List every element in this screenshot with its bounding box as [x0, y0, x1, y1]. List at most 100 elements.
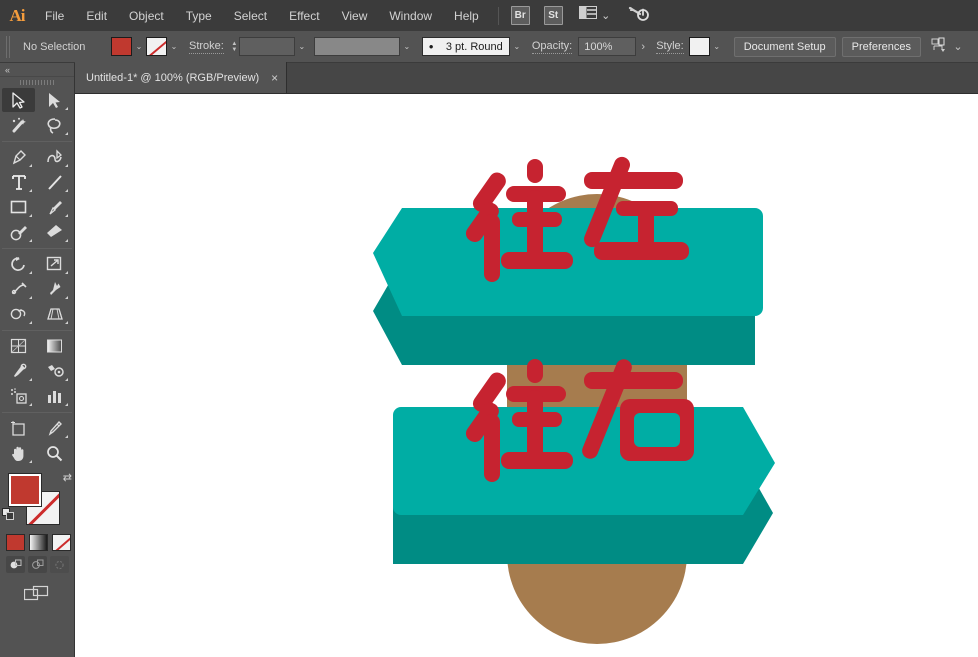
brush-definition-select[interactable]: • 3 pt. Round — [422, 37, 510, 56]
tools-divider — [2, 141, 72, 142]
draw-behind-button[interactable] — [28, 556, 47, 573]
tools-panel-collapse-button[interactable]: « — [0, 63, 74, 77]
document-tab[interactable]: Untitled-1* @ 100% (RGB/Preview) × — [75, 62, 287, 93]
hand-tool[interactable] — [2, 441, 35, 465]
default-fill-stroke-icon[interactable] — [2, 508, 15, 526]
perspective-grid-tool[interactable] — [38, 302, 71, 326]
lasso-tool[interactable] — [38, 113, 71, 137]
menu-bar: Ai File Edit Object Type Select Effect V… — [0, 0, 978, 31]
artboard-tool[interactable] — [2, 416, 35, 440]
gradient-tool[interactable] — [38, 334, 71, 358]
magic-wand-tool[interactable] — [2, 113, 35, 137]
rectangle-tool[interactable] — [2, 195, 35, 219]
align-transform-chevron[interactable]: ⌄ — [951, 37, 965, 56]
tools-panel-grip[interactable] — [0, 77, 74, 88]
align-objects-icon — [931, 37, 951, 57]
tool-group-corner-icon — [65, 189, 68, 192]
eyedropper-tool[interactable] — [2, 359, 35, 383]
brush-definition-label: 3 pt. Round — [428, 41, 503, 53]
gradient-fill-button[interactable] — [29, 534, 48, 551]
column-graph-tool[interactable] — [38, 384, 71, 408]
width-tool[interactable] — [2, 277, 35, 301]
draw-normal-button[interactable] — [6, 556, 25, 573]
menu-effect[interactable]: Effect — [278, 0, 330, 31]
rotate-tool[interactable] — [2, 252, 35, 276]
signpost-artwork[interactable] — [75, 94, 978, 657]
draw-inside-button[interactable] — [50, 556, 69, 573]
tool-group-corner-icon — [65, 271, 68, 274]
color-fill-button[interactable] — [6, 534, 25, 551]
sign-left[interactable] — [373, 154, 763, 365]
scale-tool[interactable] — [38, 252, 71, 276]
illustrator-window: Ai File Edit Object Type Select Effect V… — [0, 0, 978, 657]
symbol-sprayer-tool[interactable] — [2, 384, 35, 408]
opacity-input[interactable]: 100% — [578, 37, 636, 56]
menu-view[interactable]: View — [331, 0, 379, 31]
stroke-weight-chevron[interactable]: ⌄ — [295, 37, 309, 56]
mesh-tool[interactable] — [2, 334, 35, 358]
arrange-documents-chevron[interactable]: ⌄ — [598, 0, 614, 31]
blend-tool[interactable] — [38, 359, 71, 383]
selection-tool[interactable] — [2, 88, 35, 112]
variable-width-chevron[interactable]: ⌄ — [400, 37, 414, 56]
graphic-style-swatch[interactable] — [689, 37, 710, 56]
fill-color-swatch[interactable] — [111, 37, 132, 56]
stock-button[interactable]: St — [544, 0, 563, 31]
arrange-documents-button[interactable] — [579, 0, 598, 31]
curvature-tool[interactable] — [38, 145, 71, 169]
tool-group-corner-icon — [29, 460, 32, 463]
tool-group-corner-icon — [65, 403, 68, 406]
shape-builder-tool[interactable] — [2, 302, 35, 326]
menu-help[interactable]: Help — [443, 0, 490, 31]
fill-stroke-controls: ⇄ — [0, 470, 74, 530]
control-bar-grip[interactable] — [6, 36, 11, 58]
workspace-switcher-button[interactable] — [628, 0, 650, 31]
shaper-tool[interactable] — [2, 220, 35, 244]
control-bar: No Selection ⌄ ⌄ Stroke: ▲ ▼ ⌄ ⌄ • 3 pt.… — [0, 31, 978, 63]
type-tool[interactable] — [2, 170, 35, 194]
workspace-switcher-icon — [628, 5, 650, 27]
document-canvas[interactable] — [75, 94, 978, 657]
menu-window[interactable]: Window — [378, 0, 443, 31]
menu-edit[interactable]: Edit — [75, 0, 118, 31]
graphic-style-chevron[interactable]: ⌄ — [710, 37, 724, 56]
zoom-tool[interactable] — [38, 441, 71, 465]
close-icon[interactable]: × — [271, 71, 278, 85]
tool-group-corner-icon — [65, 378, 68, 381]
pen-tool[interactable] — [2, 145, 35, 169]
direct-selection-tool[interactable] — [38, 88, 71, 112]
tool-group-corner-icon — [29, 239, 32, 242]
stroke-color-chevron[interactable]: ⌄ — [167, 37, 181, 56]
swap-fill-stroke-icon[interactable]: ⇄ — [63, 471, 72, 484]
fill-color-selector[interactable] — [9, 474, 41, 506]
tool-group-corner-icon — [29, 378, 32, 381]
stroke-color-swatch[interactable] — [146, 37, 167, 56]
brush-definition-chevron[interactable]: ⌄ — [510, 37, 524, 56]
style-label: Style: — [656, 39, 684, 54]
line-segment-tool[interactable] — [38, 170, 71, 194]
slice-tool[interactable] — [38, 416, 71, 440]
stroke-weight-input[interactable] — [239, 37, 295, 56]
align-transform-button[interactable] — [931, 37, 951, 57]
brush-dot-icon: • — [429, 42, 434, 52]
eraser-tool[interactable] — [38, 220, 71, 244]
menu-object[interactable]: Object — [118, 0, 175, 31]
document-setup-button[interactable]: Document Setup — [734, 37, 836, 57]
preferences-button[interactable]: Preferences — [842, 37, 921, 57]
none-fill-button[interactable] — [52, 534, 71, 551]
variable-width-profile-input[interactable] — [314, 37, 400, 56]
drawing-mode-buttons — [0, 551, 74, 573]
stepper-down-icon: ▼ — [231, 47, 237, 53]
menu-file[interactable]: File — [34, 0, 75, 31]
paintbrush-tool[interactable] — [38, 195, 71, 219]
stroke-weight-stepper[interactable]: ▲ ▼ — [230, 37, 239, 56]
tools-divider — [2, 248, 72, 249]
bridge-button[interactable]: Br — [511, 0, 530, 31]
change-screen-mode-button[interactable] — [0, 573, 74, 602]
fill-color-chevron[interactable]: ⌄ — [132, 37, 146, 56]
opacity-options-arrow[interactable]: › — [636, 37, 650, 56]
menu-type[interactable]: Type — [175, 0, 223, 31]
free-transform-tool[interactable] — [38, 277, 71, 301]
tool-group-corner-icon — [29, 214, 32, 217]
menu-select[interactable]: Select — [223, 0, 278, 31]
